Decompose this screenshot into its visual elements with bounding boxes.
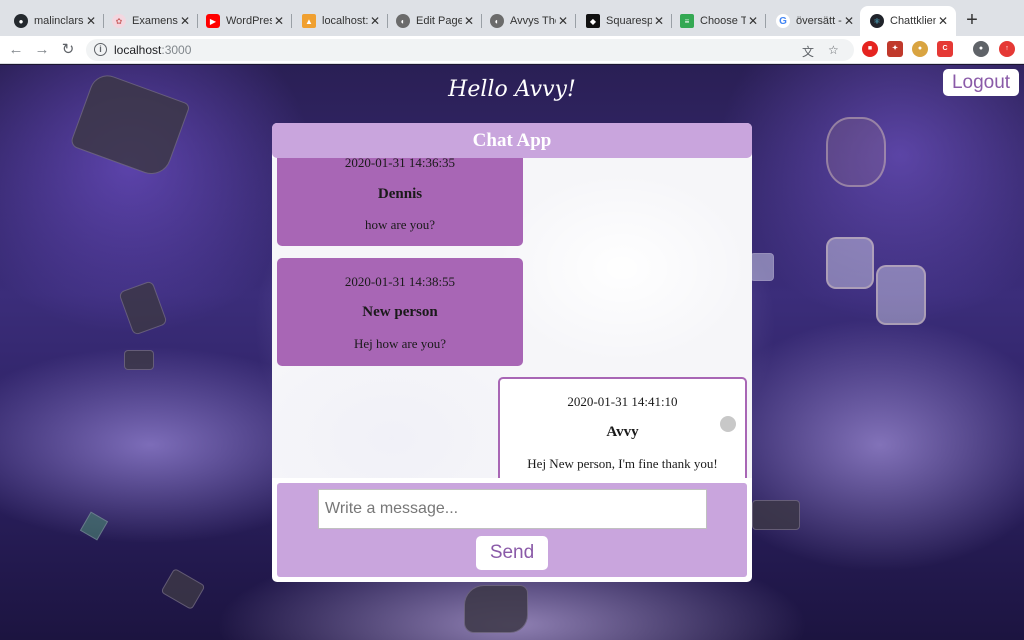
tab-title: Squaresp [606, 15, 652, 27]
scroll-indicator[interactable] [720, 416, 736, 432]
browser-toolbar: ← → ↻ i localhost:3000 文 ☆ ■ ✦ ● C ● ↑ [0, 36, 1024, 64]
message-input[interactable] [318, 489, 707, 529]
youtube-icon: ▶ [206, 14, 220, 28]
message-bubble-own: 2020-01-31 14:41:10 Avvy Hej New person,… [498, 377, 747, 478]
back-arrow-icon[interactable]: ← [6, 40, 26, 60]
close-icon[interactable]: ✕ [272, 14, 286, 28]
close-icon[interactable]: ✕ [936, 14, 950, 28]
squarespace-icon: ◆ [586, 14, 600, 28]
background-rock [160, 567, 206, 611]
google-icon: G [776, 14, 790, 28]
tab-title: Choose T [700, 15, 746, 27]
tab-title: localhost: [322, 15, 368, 27]
cookie-extension-icon[interactable]: ● [912, 41, 928, 57]
forward-arrow-icon[interactable]: → [32, 40, 52, 60]
greeting: Hello Avvy! [448, 77, 576, 102]
new-tab-button[interactable]: + [960, 9, 984, 33]
tab-examensi[interactable]: ✿ Examensi ✕ [102, 6, 198, 36]
message-time: 2020-01-31 14:36:35 [344, 158, 456, 170]
reload-icon[interactable]: ↻ [58, 40, 78, 60]
react-icon: ⚛ [870, 14, 884, 28]
close-icon[interactable]: ✕ [84, 14, 98, 28]
tab-strip: ● malinclars ✕ ✿ Examensi ✕ ▶ WordPres ✕… [0, 0, 1024, 36]
tab-google-translate[interactable]: G översätt - ✕ [766, 6, 862, 36]
ghost-icon: ◐ [490, 14, 504, 28]
send-button[interactable]: Send [476, 536, 548, 570]
profile-icon[interactable]: ● [973, 41, 989, 57]
tab-title: Avvys The [510, 15, 556, 27]
url-host: localhost [114, 43, 162, 57]
background-rock [124, 350, 154, 370]
background-rock [750, 253, 774, 281]
chat-panel: Chat App 2020-01-31 14:36:35 Dennis how … [272, 123, 752, 582]
red-extension-icon[interactable]: ✦ [887, 41, 903, 57]
github-icon: ● [14, 14, 28, 28]
pma-icon: ▲ [302, 14, 316, 28]
close-icon[interactable]: ✕ [652, 14, 666, 28]
background-rock [118, 280, 168, 336]
message-composer: Send [277, 483, 747, 577]
background-rock [79, 511, 109, 541]
update-icon[interactable]: ↑ [999, 41, 1015, 57]
message-bubble: 2020-01-31 14:36:35 Dennis how are you? [277, 158, 523, 246]
close-icon[interactable]: ✕ [556, 14, 570, 28]
tab-title: malinclars [34, 15, 84, 27]
background-rock [752, 500, 800, 530]
star-icon[interactable]: ☆ [828, 43, 839, 57]
message-time: 2020-01-31 14:38:55 [344, 274, 456, 289]
background-rock [464, 585, 528, 633]
message-text: Hej New person, I'm fine thank you! [527, 456, 718, 471]
close-icon[interactable]: ✕ [462, 14, 476, 28]
message-bubble: 2020-01-31 14:38:55 New person Hej how a… [277, 258, 523, 366]
close-icon[interactable]: ✕ [178, 14, 192, 28]
message-author: New person [362, 304, 438, 320]
background-crystal [876, 265, 926, 325]
ghost-icon: ◐ [396, 14, 410, 28]
url-text: localhost:3000 [114, 43, 191, 57]
tab-title: översätt - [796, 15, 842, 27]
tab-localhost[interactable]: ▲ localhost: ✕ [292, 6, 388, 36]
tab-chattklient[interactable]: ⚛ Chattklien ✕ [860, 6, 956, 36]
cors-extension-icon[interactable]: C [937, 41, 953, 57]
translate-icon[interactable]: 文 [802, 43, 814, 60]
tab-title: WordPres [226, 15, 272, 27]
page-background: Hello Avvy! Logout Chat App 2020-01-31 1… [0, 65, 1024, 640]
message-author: Dennis [377, 186, 423, 202]
address-bar[interactable]: i localhost:3000 文 ☆ [86, 39, 854, 61]
tab-title: Examensi [132, 15, 178, 27]
tab-github[interactable]: ● malinclars ✕ [4, 6, 104, 36]
message-list[interactable]: 2020-01-31 14:36:35 Dennis how are you? … [272, 158, 752, 478]
tab-title: Chattklien [890, 15, 936, 27]
background-crystal [826, 237, 874, 289]
message-author: Avvy [606, 424, 639, 440]
tab-avvys-theme[interactable]: ◐ Avvys The ✕ [480, 6, 576, 36]
sheet-icon: ≡ [680, 14, 694, 28]
chat-title: Chat App [272, 123, 752, 158]
close-icon[interactable]: ✕ [842, 14, 856, 28]
info-icon[interactable]: i [94, 43, 107, 56]
tab-squarespace[interactable]: ◆ Squaresp ✕ [576, 6, 672, 36]
tab-edit-page[interactable]: ◐ Edit Page ✕ [386, 6, 482, 36]
tab-wordpress[interactable]: ▶ WordPres ✕ [196, 6, 292, 36]
close-icon[interactable]: ✕ [368, 14, 382, 28]
tab-title: Edit Page [416, 15, 462, 27]
message-time: 2020-01-31 14:41:10 [567, 394, 678, 409]
message-text: Hej how are you? [353, 336, 447, 351]
background-crystal [826, 117, 886, 187]
logout-button[interactable]: Logout [943, 69, 1019, 96]
adblock-extension-icon[interactable]: ■ [862, 41, 878, 57]
close-icon[interactable]: ✕ [746, 14, 760, 28]
message-text: how are you? [364, 217, 436, 232]
tab-choose[interactable]: ≡ Choose T ✕ [670, 6, 766, 36]
url-port: :3000 [161, 43, 192, 57]
sparkle-icon: ✿ [112, 14, 126, 28]
